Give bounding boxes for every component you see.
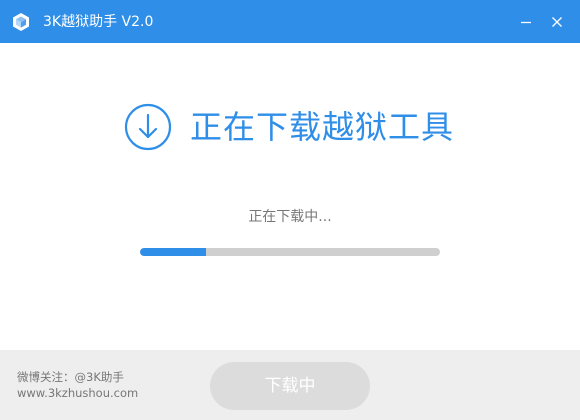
app-logo-icon bbox=[11, 12, 31, 32]
website-link[interactable]: www.3kzhushou.com bbox=[17, 386, 138, 400]
downloading-button[interactable]: 下载中 bbox=[210, 362, 370, 410]
download-heading: 正在下载越狱工具 bbox=[190, 108, 455, 146]
download-progress-bar bbox=[140, 248, 440, 256]
window-title: 3K越狱助手 V2.0 bbox=[43, 14, 154, 30]
title-bar[interactable]: 3K越狱助手 V2.0 bbox=[0, 0, 580, 43]
close-icon bbox=[551, 13, 563, 32]
download-status-text: 正在下载中... bbox=[248, 209, 332, 225]
app-window: 3K越狱助手 V2.0 正在下载越狱工具 正在下载中... 微博关注：@3K助手… bbox=[0, 0, 580, 420]
minimize-button[interactable] bbox=[514, 10, 538, 34]
weibo-follow-text: 微博关注：@3K助手 bbox=[17, 370, 124, 384]
minimize-icon bbox=[520, 13, 532, 32]
download-progress-fill bbox=[140, 248, 206, 256]
close-button[interactable] bbox=[545, 10, 569, 34]
download-heading-group: 正在下载越狱工具 bbox=[124, 102, 454, 152]
download-arrow-circle-icon bbox=[124, 103, 172, 151]
